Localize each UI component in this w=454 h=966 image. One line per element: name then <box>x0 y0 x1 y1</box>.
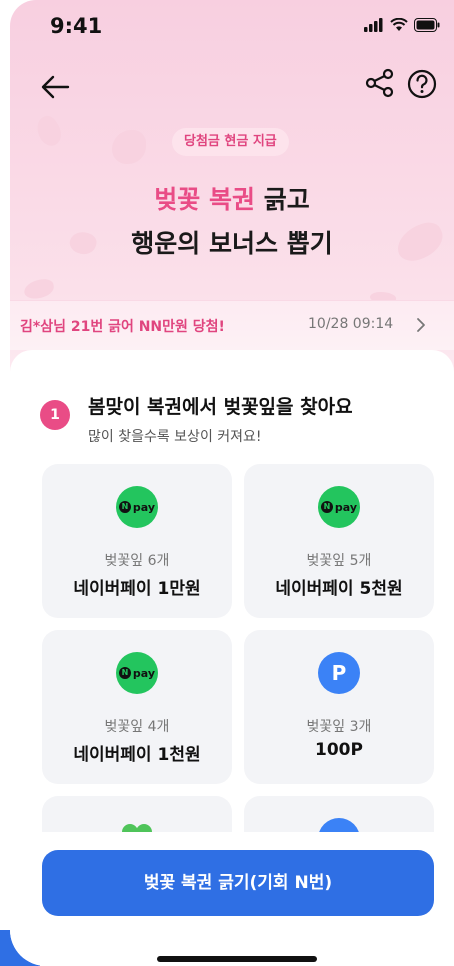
scratch-lottery-button[interactable]: 벚꽃 복권 긁기(기회 N번) <box>42 850 434 916</box>
reward-condition: 벚꽃잎 6개 <box>104 553 170 569</box>
reward-panel: 1 봄맞이 복권에서 벚꽃잎을 찾아요 많이 찾을수록 보상이 커져요! Npa… <box>10 350 454 966</box>
reward-value: 네이버페이 1천원 <box>73 745 201 765</box>
point-icon <box>318 818 360 832</box>
winner-ticker[interactable]: 김*삼님 21번 긁어 NN만원 당첨! 10/28 09:14 <box>10 300 454 350</box>
reward-value: 네이버페이 5천원 <box>275 579 403 599</box>
clover-icon <box>122 824 152 832</box>
hero-title-rest: 긁고 <box>255 185 310 214</box>
npay-icon: Npay <box>318 486 360 528</box>
petal-decoration <box>22 277 56 301</box>
reward-condition: 벚꽃잎 3개 <box>306 719 372 735</box>
reward-value: 100P <box>315 740 363 760</box>
chevron-right-icon <box>417 318 425 332</box>
step-subtitle: 많이 찾을수록 보상이 커져요! <box>88 429 262 445</box>
reward-card: Npay 벚꽃잎 6개 네이버페이 1만원 <box>42 464 232 618</box>
reward-card: Npay 벚꽃잎 4개 네이버페이 1천원 <box>42 630 232 784</box>
share-icon[interactable] <box>364 67 396 99</box>
status-icons <box>364 18 440 32</box>
wifi-icon <box>390 18 408 31</box>
reward-condition: 벚꽃잎 5개 <box>306 553 372 569</box>
status-bar: 9:41 <box>10 0 454 56</box>
help-icon[interactable] <box>406 68 438 100</box>
reward-value: 네이버페이 1만원 <box>73 579 201 599</box>
ticker-message: 김*삼님 21번 긁어 NN만원 당첨! <box>20 319 225 335</box>
battery-icon <box>414 18 440 32</box>
reward-card <box>244 796 434 832</box>
petal-decoration <box>31 112 67 150</box>
hero-title: 벚꽃 복권 긁고 <box>10 178 454 222</box>
npay-icon: Npay <box>116 652 158 694</box>
step-title: 봄맞이 복권에서 벚꽃잎을 찾아요 <box>88 396 353 418</box>
ticker-timestamp: 10/28 09:14 <box>308 316 394 332</box>
point-icon: P <box>318 652 360 694</box>
arrow-left-icon[interactable] <box>38 70 72 104</box>
reward-grid: Npay 벚꽃잎 6개 네이버페이 1만원 Npay 벚꽃잎 5개 네이버페이 … <box>42 464 434 832</box>
reward-card <box>42 796 232 832</box>
reward-card: P 벚꽃잎 3개 100P <box>244 630 434 784</box>
signal-icon <box>364 18 383 32</box>
status-time: 9:41 <box>50 14 103 38</box>
petal-decoration <box>112 130 146 164</box>
hero-title-line2: 행운의 보너스 뽑기 <box>131 229 333 258</box>
npay-icon: Npay <box>116 486 158 528</box>
app-screen: 9:41 당첨금 현금 지급 벚꽃 복권 긁고 행운의 보너스 뽑기 김*삼님 … <box>10 0 454 966</box>
hero-title-highlight: 벚꽃 복권 <box>154 185 255 214</box>
home-indicator <box>157 956 317 962</box>
step-number: 1 <box>40 400 70 430</box>
reward-condition: 벚꽃잎 4개 <box>104 719 170 735</box>
prize-badge: 당첨금 현금 지급 <box>172 128 289 156</box>
reward-card: Npay 벚꽃잎 5개 네이버페이 5천원 <box>244 464 434 618</box>
